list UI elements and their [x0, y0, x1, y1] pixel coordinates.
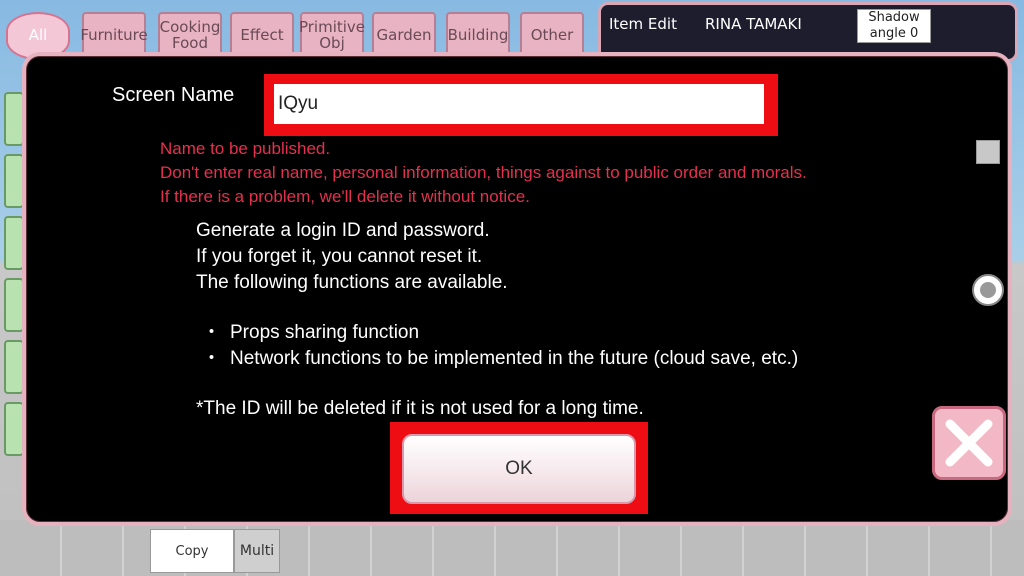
- multi-button[interactable]: Multi: [234, 529, 280, 573]
- shadow-angle-value: 0: [909, 26, 919, 41]
- character-name: RINA TAMAKI: [705, 15, 802, 33]
- screen-name-label: Screen Name: [112, 84, 235, 106]
- warning-message: Name to be published. Don't enter real n…: [160, 137, 807, 209]
- side-item[interactable]: [4, 340, 24, 394]
- info-message: Generate a login ID and password. If you…: [196, 218, 508, 296]
- warning-line: If there is a problem, we'll delete it w…: [160, 187, 530, 206]
- warning-line: Don't enter real name, personal informat…: [160, 163, 807, 182]
- copy-button[interactable]: Copy: [150, 529, 234, 573]
- close-icon: [945, 419, 993, 467]
- side-item[interactable]: [4, 278, 24, 332]
- list-item-text: Network functions to be implemented in t…: [230, 348, 799, 369]
- radio-toggle[interactable]: [972, 274, 1004, 306]
- ok-highlight-frame: OK: [390, 422, 648, 514]
- info-line: If you forget it, you cannot reset it.: [196, 246, 483, 267]
- close-button[interactable]: [932, 406, 1006, 480]
- list-item: ・ Network functions to be implemented in …: [202, 348, 799, 369]
- list-item: ・ Props sharing function: [202, 322, 420, 343]
- deletion-footnote: *The ID will be deleted if it is not use…: [196, 398, 644, 419]
- info-line: The following functions are available.: [196, 272, 508, 293]
- feature-list: ・ Props sharing function ・ Network functio…: [202, 320, 798, 372]
- screen-name-highlight-frame: [264, 74, 778, 136]
- warning-line: Name to be published.: [160, 139, 331, 158]
- screen-name-input[interactable]: [274, 84, 764, 124]
- shadow-angle-button[interactable]: Shadow angle 0: [857, 9, 931, 43]
- item-edit-label: Item Edit: [609, 15, 677, 33]
- left-side-strip: [0, 88, 24, 488]
- ok-button[interactable]: OK: [402, 434, 636, 504]
- screen-name-dialog: Screen Name Name to be published. Don't …: [22, 52, 1012, 526]
- list-item-text: Props sharing function: [230, 322, 420, 343]
- scroll-handle[interactable]: [976, 140, 1000, 164]
- side-item[interactable]: [4, 402, 24, 456]
- side-item[interactable]: [4, 154, 24, 208]
- side-item[interactable]: [4, 216, 24, 270]
- side-item[interactable]: [4, 92, 24, 146]
- info-line: Generate a login ID and password.: [196, 220, 490, 241]
